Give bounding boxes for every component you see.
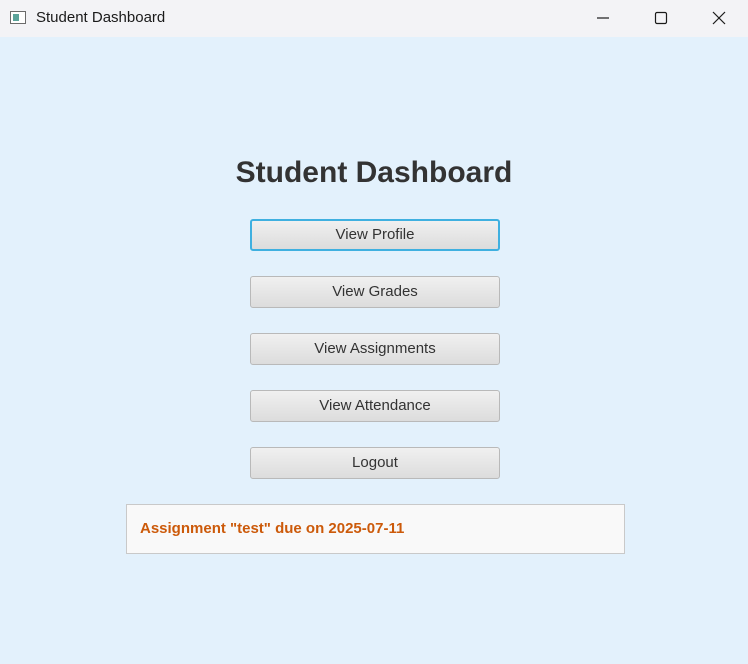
app-window: Student Dashboard Student Dashboard View… — [0, 0, 748, 664]
logout-button[interactable]: Logout — [250, 447, 500, 479]
view-attendance-button[interactable]: View Attendance — [250, 390, 500, 422]
view-grades-button[interactable]: View Grades — [250, 276, 500, 308]
view-profile-button[interactable]: View Profile — [250, 219, 500, 251]
notification-panel: Assignment "test" due on 2025-07-11 — [126, 504, 625, 554]
assignment-notification: Assignment "test" due on 2025-07-11 — [140, 520, 405, 537]
app-icon-inner — [13, 14, 19, 21]
app-icon — [10, 11, 26, 24]
close-button[interactable] — [690, 0, 748, 37]
page-title: Student Dashboard — [235, 156, 513, 189]
minimize-icon — [597, 17, 609, 19]
view-assignments-button[interactable]: View Assignments — [250, 333, 500, 365]
title-bar: Student Dashboard — [0, 0, 748, 37]
window-title: Student Dashboard — [36, 9, 166, 26]
close-icon — [712, 11, 726, 25]
maximize-button[interactable] — [632, 0, 690, 37]
minimize-button[interactable] — [574, 0, 632, 37]
maximize-icon — [654, 11, 668, 25]
